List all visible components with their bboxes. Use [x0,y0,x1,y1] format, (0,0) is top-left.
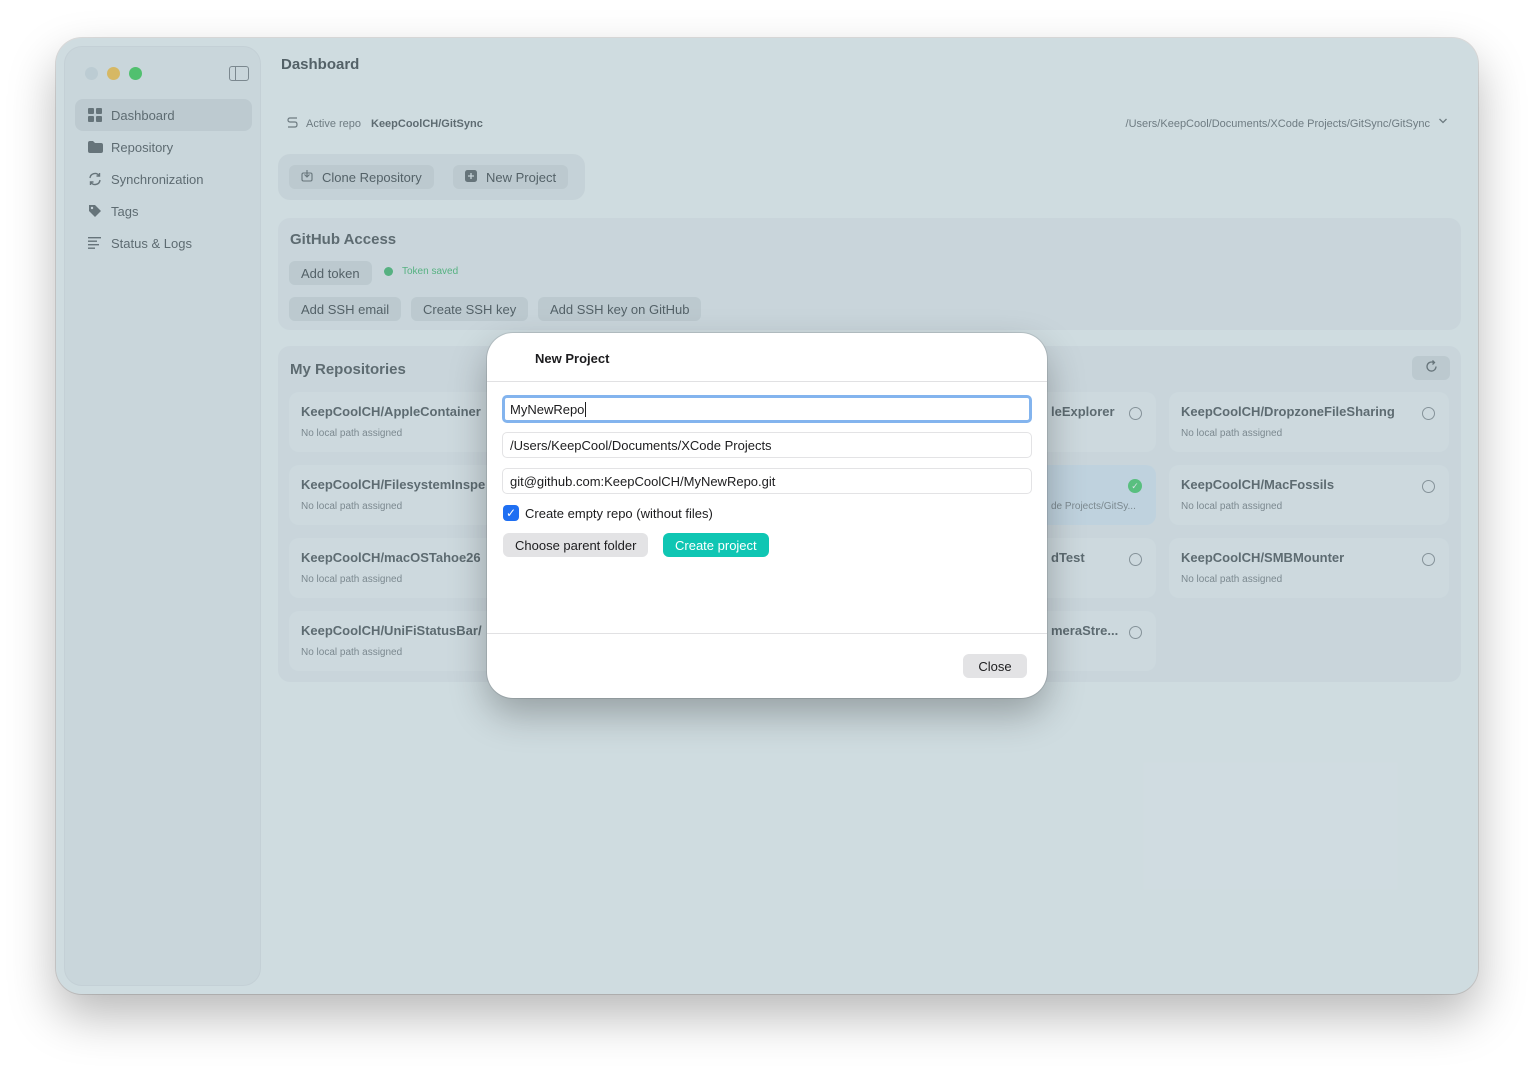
choose-parent-folder-button[interactable]: Choose parent folder [503,533,649,557]
new-project-dialog: New Project MyNewRepo /Users/KeepCool/Do… [487,333,1047,698]
empty-repo-checkbox[interactable]: ✓ [503,505,519,521]
project-name-value: MyNewRepo [510,401,585,417]
create-project-button[interactable]: Create project [663,533,769,557]
empty-repo-checkbox-row[interactable]: ✓ Create empty repo (without files) [503,505,713,521]
text-caret [585,401,587,417]
empty-repo-label: Create empty repo (without files) [525,505,713,521]
divider [487,633,1047,634]
parent-folder-field[interactable]: /Users/KeepCool/Documents/XCode Projects [502,432,1032,458]
dialog-title: New Project [535,351,610,366]
project-name-input[interactable]: MyNewRepo [502,395,1032,423]
parent-folder-value: /Users/KeepCool/Documents/XCode Projects [510,437,772,453]
remote-url-value: git@github.com:KeepCoolCH/MyNewRepo.git [510,473,776,489]
choose-parent-folder-label: Choose parent folder [515,537,637,553]
remote-url-field[interactable]: git@github.com:KeepCoolCH/MyNewRepo.git [502,468,1032,494]
close-label: Close [978,658,1012,674]
divider [487,381,1047,382]
close-button[interactable]: Close [963,654,1027,678]
create-project-label: Create project [675,537,757,553]
